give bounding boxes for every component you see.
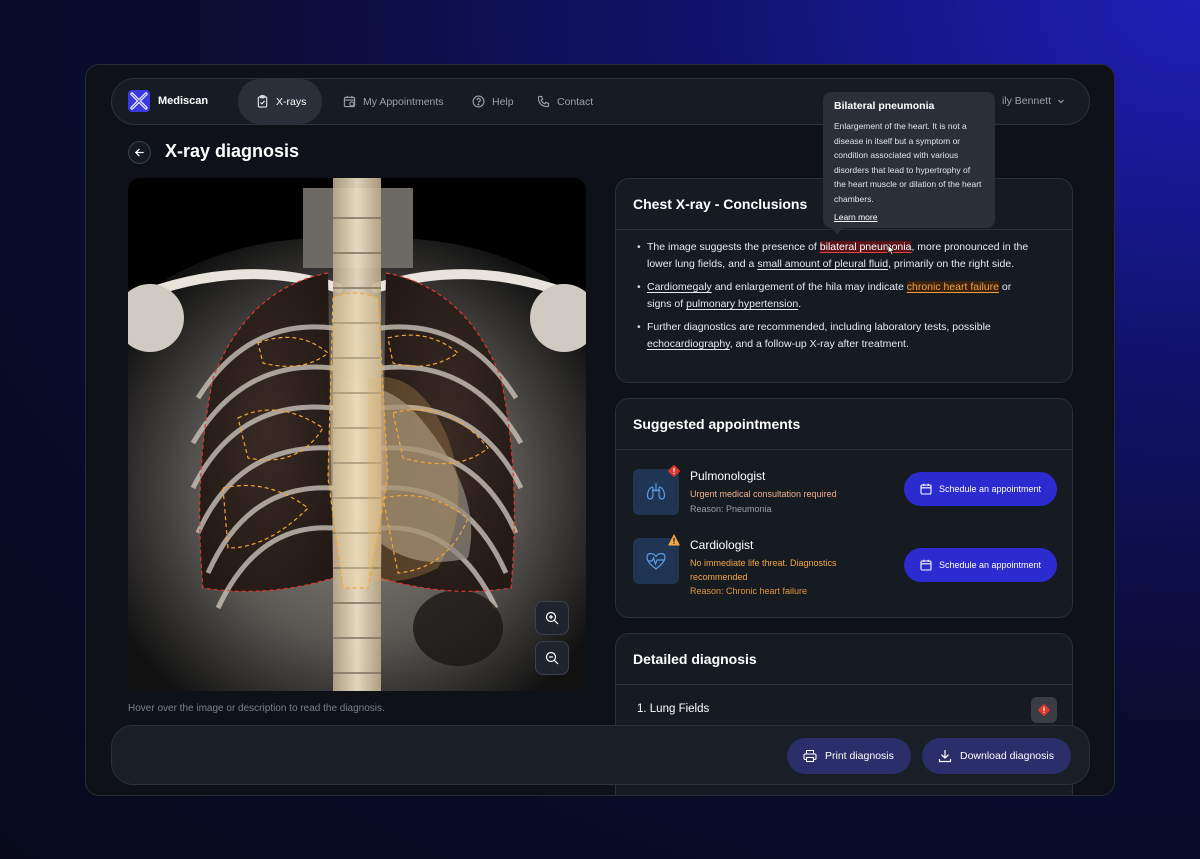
conclusion-text: Further diagnostics are recommended, inc… (647, 321, 991, 333)
xray-viewer[interactable] (128, 178, 586, 691)
lungs-icon (646, 483, 666, 500)
term-tooltip: Bilateral pneumonia Enlargement of the h… (823, 92, 995, 234)
conclusion-text: The image suggests the presence of (647, 241, 820, 253)
zoom-in-icon (545, 611, 559, 625)
heart-pulse-icon (646, 552, 666, 570)
appointment-description: Urgent medical consultation required (690, 489, 837, 499)
appointment-cardiologist: Cardiologist No immediate life threat. D… (633, 534, 1057, 598)
conclusions-list: The image suggests the presence of bilat… (637, 239, 1032, 359)
nav-item-help[interactable]: Help (472, 79, 514, 124)
download-icon (938, 749, 952, 763)
severity-badge (1031, 697, 1057, 723)
term-echocardiography[interactable]: echocardiography (647, 338, 730, 350)
clipboard-icon (257, 95, 268, 108)
print-diagnosis-button[interactable]: Print diagnosis (787, 738, 911, 774)
appointment-description: No immediate life threat. Diagnostics re… (690, 558, 837, 582)
download-diagnosis-button[interactable]: Download diagnosis (922, 738, 1071, 774)
calendar-icon (920, 559, 932, 571)
nav-item-label: Contact (557, 95, 594, 108)
button-label: Print diagnosis (825, 750, 894, 762)
urgent-badge-icon (668, 465, 680, 477)
button-label: Schedule an appointment (938, 560, 1042, 570)
urgent-badge-icon (1038, 704, 1050, 716)
brand-name: Mediscan (158, 95, 209, 107)
nav-item-label: X-rays (276, 95, 307, 108)
appointments-card: Suggested appointments Pulmonologist Urg… (615, 398, 1073, 618)
zoom-out-icon (545, 651, 559, 665)
mediscan-logo-icon (128, 90, 150, 112)
nav-item-label: My Appointments (363, 95, 444, 108)
chevron-down-icon (1058, 99, 1064, 104)
conclusion-text: , and a follow-up X-ray after treatment. (729, 338, 909, 350)
nav-item-label: Help (492, 95, 514, 108)
arrow-left-icon (134, 148, 144, 157)
conclusion-item: The image suggests the presence of bilat… (637, 239, 1032, 273)
conclusion-text: . (798, 298, 802, 310)
appointments-title: Suggested appointments (633, 416, 801, 432)
conclusion-text: , primarily on the right side. (888, 258, 1015, 270)
mouse-cursor-icon (887, 244, 896, 256)
divider (616, 229, 1072, 230)
brand-logo[interactable]: Mediscan (128, 90, 208, 112)
term-chronic-heart-failure[interactable]: chronic heart failure (906, 281, 999, 293)
schedule-pulmonologist-button[interactable]: Schedule an appointment (904, 472, 1057, 506)
nav-item-my-appointments[interactable]: My Appointments (343, 79, 444, 124)
user-name: ily Bennett (1001, 95, 1051, 107)
appointment-name: Pulmonologist (690, 469, 766, 483)
appointment-reason: Reason: Chronic heart failure (690, 586, 808, 596)
help-icon (472, 95, 485, 108)
calendar-icon (920, 483, 932, 495)
nav-item-xrays[interactable]: X-rays (238, 79, 323, 124)
user-menu[interactable]: ily Bennett (1002, 95, 1065, 107)
tooltip-body: Enlargement of the heart. It is not a di… (834, 121, 982, 204)
detailed-title: Detailed diagnosis (633, 651, 757, 667)
term-pulmonary-hypertension[interactable]: pulmonary hypertension (686, 298, 798, 310)
bottom-action-bar: Print diagnosis Download diagnosis (111, 725, 1090, 785)
chest-xray-image (128, 178, 586, 691)
warning-badge-icon (668, 534, 680, 546)
term-cardiomegaly[interactable]: Cardiomegaly (647, 281, 712, 293)
schedule-cardiologist-button[interactable]: Schedule an appointment (904, 548, 1057, 582)
hover-hint: Hover over the image or description to r… (128, 703, 385, 714)
conclusions-title: Chest X-ray - Conclusions (633, 196, 808, 212)
page-title: X-ray diagnosis (165, 141, 300, 161)
tooltip-title: Bilateral pneumonia (834, 100, 935, 112)
button-label: Download diagnosis (960, 750, 1054, 762)
appointment-pulmonologist: Pulmonologist Urgent medical consultatio… (633, 465, 1057, 529)
calendar-icon (343, 95, 356, 108)
printer-icon (803, 749, 817, 763)
zoom-out-button[interactable] (535, 641, 569, 675)
appointment-name: Cardiologist (690, 538, 754, 552)
nav-item-contact[interactable]: Contact (537, 79, 593, 124)
detail-item-lung-fields[interactable]: 1. Lung Fields (637, 703, 709, 715)
divider (616, 684, 1072, 685)
divider (616, 449, 1072, 450)
button-label: Schedule an appointment (938, 484, 1042, 494)
learn-more-link[interactable]: Learn more (834, 212, 877, 222)
conclusion-item: Cardiomegaly and enlargement of the hila… (637, 279, 1032, 313)
term-pleural-fluid[interactable]: small amount of pleural fluid (757, 258, 888, 270)
conclusion-item: Further diagnostics are recommended, inc… (637, 319, 1032, 353)
appointment-reason: Reason: Pneumonia (690, 504, 772, 514)
back-button[interactable] (128, 141, 151, 164)
conclusion-text: and enlargement of the hila may indicate (711, 281, 907, 293)
zoom-in-button[interactable] (535, 601, 569, 635)
phone-icon (537, 95, 550, 108)
